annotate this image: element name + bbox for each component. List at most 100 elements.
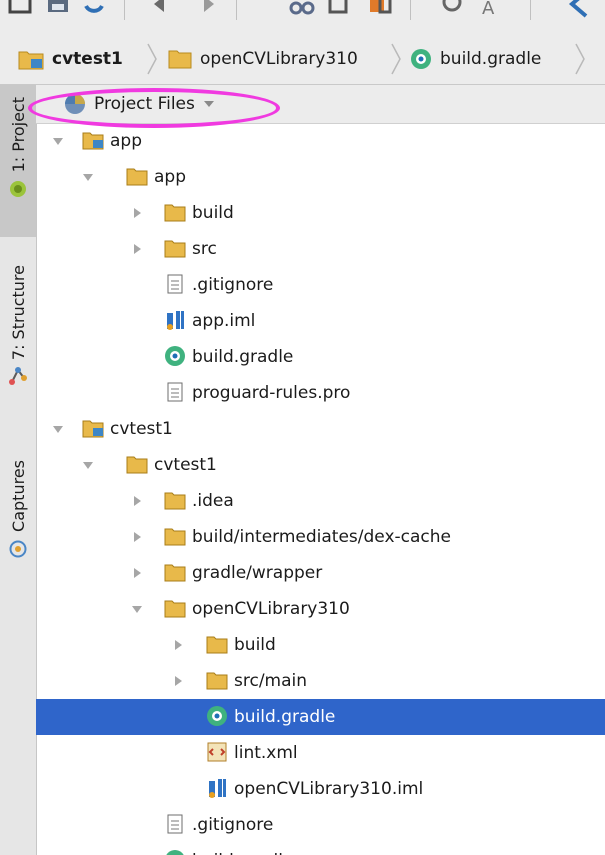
toolbar-separator [124, 0, 125, 20]
folder-icon [164, 600, 186, 618]
find-icon[interactable] [440, 0, 468, 20]
folder-icon [126, 168, 148, 186]
expanded-arrow-icon[interactable] [52, 135, 64, 147]
paste-icon[interactable] [366, 0, 394, 20]
tree-item[interactable]: cvtest1 [36, 411, 605, 447]
sync-icon[interactable] [80, 0, 108, 20]
collapsed-arrow-icon[interactable] [131, 243, 143, 255]
folder-icon [206, 672, 228, 690]
tree-item-label: build.gradle [192, 843, 293, 855]
gradle-icon [166, 850, 184, 855]
folder-icon [164, 240, 186, 258]
tree-item-label: build/intermediates/dex-cache [192, 527, 451, 547]
navigation-breadcrumb: cvtest1 openCVLibrary310 build.gradle [0, 34, 605, 85]
tree-item-label: .idea [192, 491, 234, 511]
copy-icon[interactable] [326, 0, 354, 20]
breadcrumb-label: openCVLibrary310 [200, 49, 358, 69]
tree-item[interactable]: proguard-rules.pro [36, 375, 605, 411]
folder-icon [164, 492, 186, 510]
tree-item[interactable]: lint.xml [36, 735, 605, 771]
collapsed-arrow-icon[interactable] [131, 495, 143, 507]
tree-item[interactable]: app [36, 159, 605, 195]
tree-item[interactable]: build [36, 627, 605, 663]
collapsed-arrow-icon[interactable] [131, 531, 143, 543]
tree-item[interactable]: openCVLibrary310.iml [36, 771, 605, 807]
expanded-arrow-icon[interactable] [52, 423, 64, 435]
tree-item[interactable]: build.gradle [36, 843, 605, 855]
expanded-arrow-icon[interactable] [82, 459, 94, 471]
tree-item-label: gradle/wrapper [192, 563, 323, 583]
tree-item[interactable]: gradle/wrapper [36, 555, 605, 591]
tree-item[interactable]: app.iml [36, 303, 605, 339]
collapsed-arrow-icon[interactable] [172, 675, 184, 687]
tree-item-label: build [234, 635, 276, 655]
tree-item[interactable]: build/intermediates/dex-cache [36, 519, 605, 555]
tree-item-label: build.gradle [234, 707, 336, 727]
cut-icon[interactable] [288, 0, 316, 20]
tree-item-label: cvtest1 [110, 419, 173, 439]
tab-structure[interactable]: 7: Structure [0, 265, 36, 415]
module-folder-icon [82, 132, 104, 150]
text-file-icon [167, 814, 183, 834]
tab-project[interactable]: 1: Project [0, 85, 36, 237]
collapsed-arrow-icon[interactable] [131, 207, 143, 219]
expanded-arrow-icon[interactable] [131, 603, 143, 615]
collapsed-arrow-icon[interactable] [131, 567, 143, 579]
main-toolbar: A [0, 0, 605, 35]
tree-item-label: openCVLibrary310.iml [234, 779, 424, 799]
breadcrumb-separator-icon [147, 43, 157, 75]
expanded-arrow-icon[interactable] [82, 171, 94, 183]
undo-icon[interactable] [150, 0, 178, 20]
tree-item[interactable]: .gitignore [36, 807, 605, 843]
breadcrumb-item-cvtest1[interactable]: cvtest1 [18, 34, 123, 84]
breadcrumb-item-opencvlibrary310[interactable]: openCVLibrary310 [168, 34, 358, 84]
tree-item-label: src/main [234, 671, 308, 691]
tree-item[interactable]: build [36, 195, 605, 231]
tree-item-label: .gitignore [192, 275, 274, 295]
folder-icon [164, 564, 186, 582]
captures-icon [9, 540, 27, 558]
folder-icon [168, 50, 192, 69]
tree-item[interactable]: build.gradle [36, 339, 605, 375]
tab-label: 7: Structure [8, 265, 28, 361]
tree-item[interactable]: src/main [36, 663, 605, 699]
tree-item[interactable]: build.gradle [36, 699, 605, 735]
gradle-icon [165, 346, 185, 366]
tree-item-label: src [192, 239, 217, 259]
tree-item[interactable]: .gitignore [36, 267, 605, 303]
tree-item[interactable]: .idea [36, 483, 605, 519]
tree-item[interactable]: cvtest1 [36, 447, 605, 483]
breadcrumb-item-build-gradle[interactable]: build.gradle [410, 34, 541, 84]
tree-item[interactable]: openCVLibrary310 [36, 591, 605, 627]
tree-item-label: app [110, 131, 142, 151]
android-icon [10, 181, 26, 198]
tab-captures[interactable]: Captures [0, 460, 36, 590]
project-files-icon [65, 94, 85, 114]
svg-text:A: A [482, 0, 495, 19]
breadcrumb-label: cvtest1 [52, 49, 123, 69]
collapsed-arrow-icon[interactable] [172, 639, 184, 651]
tree-item-label: app [154, 167, 186, 187]
tree-item-label: app.iml [192, 311, 256, 331]
tab-label: Captures [8, 460, 28, 532]
gradle-icon [207, 706, 227, 726]
navigate-back-icon[interactable] [566, 0, 594, 20]
folder-icon [164, 204, 186, 222]
tree-item[interactable]: src [36, 231, 605, 267]
folder-icon [164, 528, 186, 546]
tree-item[interactable]: app [36, 123, 605, 159]
tree-item-label: cvtest1 [154, 455, 217, 475]
breadcrumb-label: build.gradle [440, 49, 542, 69]
redo-icon[interactable] [190, 0, 218, 20]
gradle-icon [411, 49, 431, 69]
open-folder-icon[interactable] [6, 0, 34, 20]
save-icon[interactable] [44, 0, 72, 20]
folder-icon [126, 456, 148, 474]
iml-file-icon [209, 779, 226, 798]
project-view-selector[interactable]: Project Files [64, 91, 215, 117]
iml-file-icon [167, 311, 184, 330]
toolbar-separator [530, 0, 531, 20]
replace-icon[interactable]: A [478, 0, 506, 20]
tree-item-label: .gitignore [192, 815, 274, 835]
tree-item-label: proguard-rules.pro [192, 383, 351, 403]
